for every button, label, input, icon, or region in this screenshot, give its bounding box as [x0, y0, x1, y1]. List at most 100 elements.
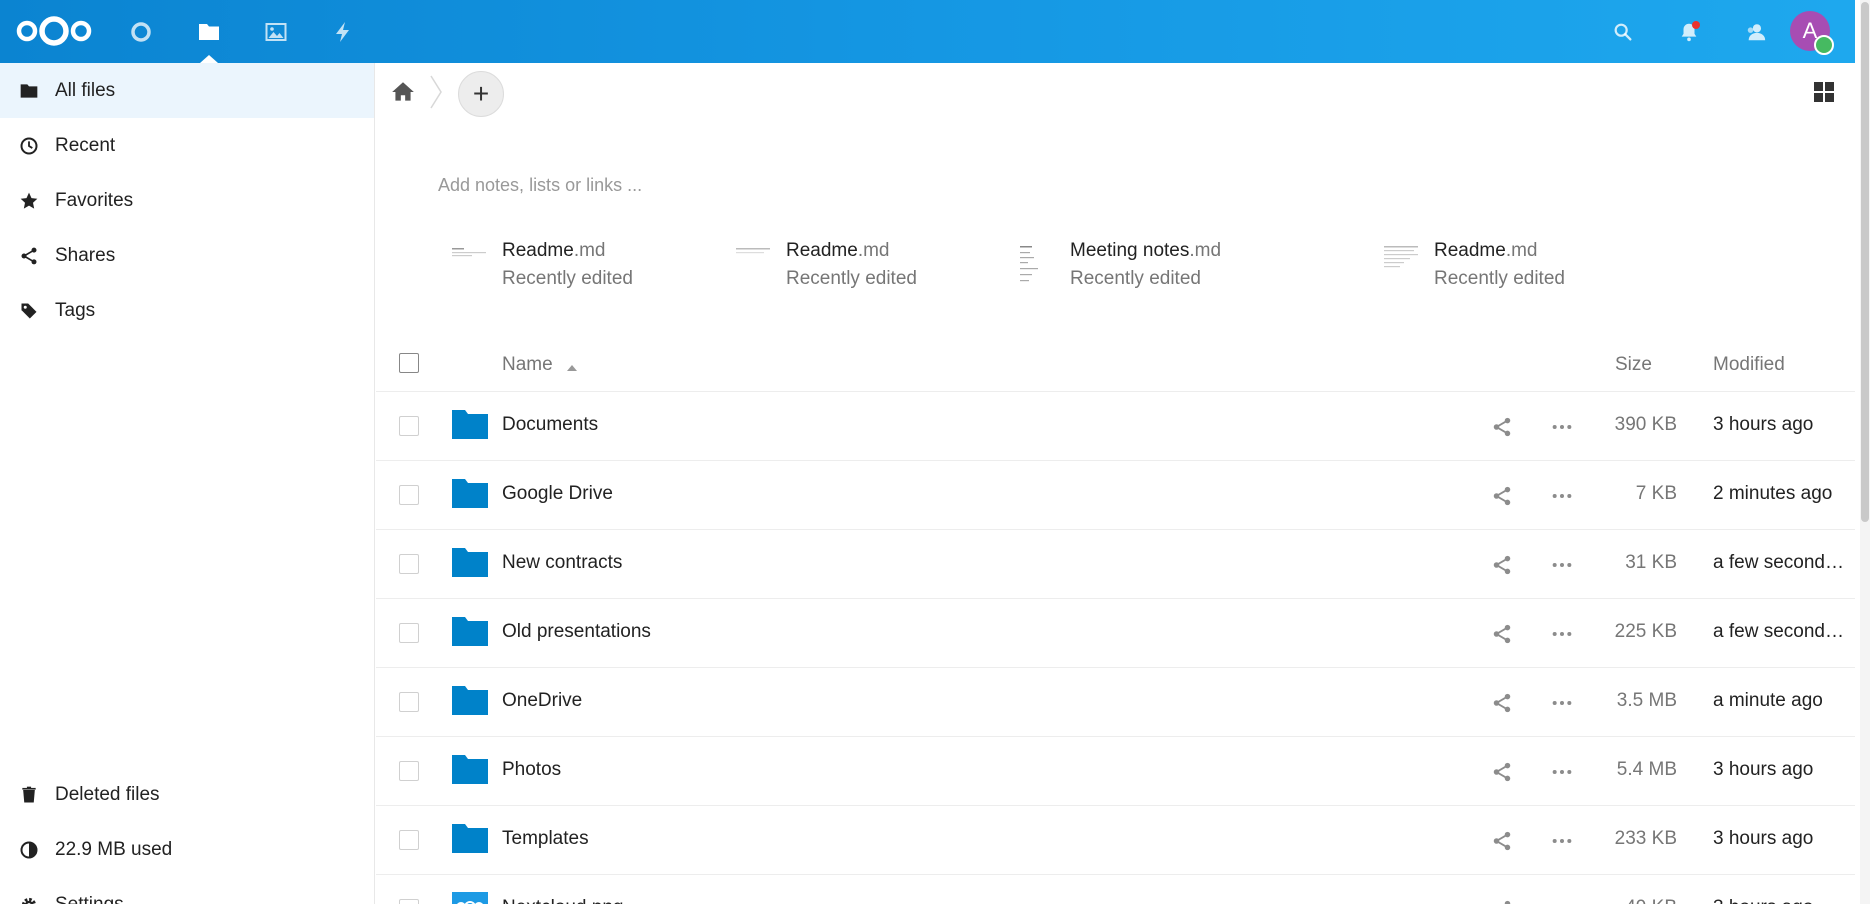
contacts-button[interactable]: [1740, 16, 1772, 48]
sidebar-item-all-files[interactable]: All files: [0, 63, 374, 118]
photos-app-icon[interactable]: [261, 17, 291, 47]
table-row[interactable]: Old presentations 225 KB a few seconds ...: [376, 599, 1855, 668]
folder-icon: [452, 755, 488, 784]
column-header-size[interactable]: Size: [1615, 354, 1652, 376]
vertical-scrollbar-thumb[interactable]: [1861, 2, 1869, 522]
recent-file-name: Readme.md: [1434, 240, 1538, 261]
table-row[interactable]: Documents 390 KB 3 hours ago: [376, 392, 1855, 461]
file-name[interactable]: Nextcloud.png: [502, 897, 623, 904]
document-thumbnail-icon: [1384, 246, 1418, 268]
row-checkbox[interactable]: [399, 692, 419, 712]
activity-app-icon[interactable]: [328, 17, 358, 47]
file-size: 49 KB: [1625, 897, 1677, 904]
table-row[interactable]: OneDrive 3.5 MB a minute ago: [376, 668, 1855, 737]
document-thumbnail-icon: [452, 248, 486, 257]
more-options-icon[interactable]: [1551, 692, 1573, 714]
file-name[interactable]: OneDrive: [502, 690, 582, 712]
pie-chart-icon: [18, 839, 40, 861]
file-name[interactable]: New contracts: [502, 552, 622, 574]
recent-file-card[interactable]: Readme.md Recently edited: [452, 240, 752, 300]
share-icon[interactable]: [1491, 692, 1513, 714]
sidebar-item-label: Deleted files: [55, 783, 160, 805]
file-name[interactable]: Google Drive: [502, 483, 613, 505]
share-icon[interactable]: [1491, 416, 1513, 438]
share-icon[interactable]: [1491, 623, 1513, 645]
file-name[interactable]: Photos: [502, 759, 561, 781]
more-options-icon[interactable]: [1551, 416, 1573, 438]
file-name[interactable]: Templates: [502, 828, 589, 850]
folder-icon: [452, 824, 488, 853]
recent-file-name: Meeting notes.md: [1070, 240, 1222, 261]
sidebar-item-label: Recent: [55, 134, 116, 156]
more-options-icon[interactable]: [1551, 761, 1573, 783]
row-checkbox[interactable]: [399, 416, 419, 436]
files-app: A All files Recent Favorites Shares Tags…: [0, 0, 1870, 904]
share-icon[interactable]: [1491, 899, 1513, 904]
sidebar-item-label: Tags: [55, 299, 96, 321]
share-icon[interactable]: [1491, 485, 1513, 507]
file-modified: 3 hours ago: [1713, 897, 1849, 904]
row-checkbox[interactable]: [399, 761, 419, 781]
sidebar-item-recent[interactable]: Recent: [0, 118, 374, 173]
share-icon[interactable]: [1491, 554, 1513, 576]
row-checkbox[interactable]: [399, 830, 419, 850]
more-options-icon[interactable]: [1551, 623, 1573, 645]
folder-icon: [18, 80, 40, 102]
row-checkbox[interactable]: [399, 485, 419, 505]
file-modified: 2 minutes ago: [1713, 483, 1833, 504]
recent-file-card[interactable]: Readme.md Recently edited: [1384, 240, 1684, 300]
more-options-icon[interactable]: [1551, 485, 1573, 507]
table-row[interactable]: Google Drive 7 KB 2 minutes ago: [376, 461, 1855, 530]
search-icon: [1614, 23, 1632, 41]
sidebar-item-favorites[interactable]: Favorites: [0, 173, 374, 228]
breadcrumb-separator-icon: [430, 75, 442, 109]
row-checkbox[interactable]: [399, 554, 419, 574]
sidebar-item-shares[interactable]: Shares: [0, 228, 374, 283]
online-status-icon: [1814, 35, 1834, 55]
tag-icon: [18, 300, 40, 322]
recent-file-card[interactable]: Readme.md Recently edited: [736, 240, 1036, 300]
file-modified: a minute ago: [1713, 690, 1823, 711]
recent-file-status: Recently edited: [786, 268, 917, 289]
column-header-modified[interactable]: Modified: [1713, 354, 1785, 376]
sidebar-item-quota: 22.9 MB used: [0, 822, 374, 877]
folder-icon: [452, 479, 488, 508]
nextcloud-logo-icon[interactable]: [14, 14, 94, 48]
trash-icon: [18, 784, 40, 806]
share-icon[interactable]: [1491, 761, 1513, 783]
row-checkbox[interactable]: [399, 899, 419, 904]
table-row[interactable]: Nextcloud.png 49 KB 3 hours ago: [376, 875, 1855, 904]
dashboard-app-icon[interactable]: [126, 17, 156, 47]
column-header-name[interactable]: Name: [502, 354, 553, 376]
file-name[interactable]: Documents: [502, 414, 598, 436]
rich-workspace-placeholder[interactable]: Add notes, lists or links ...: [438, 175, 642, 196]
sidebar-item-deleted-files[interactable]: Deleted files: [0, 767, 374, 822]
row-checkbox[interactable]: [399, 623, 419, 643]
home-icon[interactable]: [390, 79, 416, 105]
files-app-icon[interactable]: [194, 17, 224, 47]
search-button[interactable]: [1607, 16, 1639, 48]
sidebar-item-settings[interactable]: Settings: [0, 877, 374, 904]
share-icon[interactable]: [1491, 830, 1513, 852]
more-options-icon[interactable]: [1551, 554, 1573, 576]
folder-icon: [199, 24, 219, 40]
table-row[interactable]: New contracts 31 KB a few seconds ...: [376, 530, 1855, 599]
file-name[interactable]: Old presentations: [502, 621, 651, 643]
star-icon: [18, 190, 40, 212]
lightning-icon: [336, 22, 349, 42]
contacts-icon: [1747, 24, 1766, 41]
file-modified: 3 hours ago: [1713, 414, 1814, 435]
recent-file-card[interactable]: Meeting notes.md Recently edited: [1020, 240, 1340, 300]
file-modified: a few seconds ...: [1713, 621, 1849, 642]
select-all-checkbox[interactable]: [399, 353, 419, 373]
more-options-icon[interactable]: [1551, 899, 1573, 904]
notifications-button[interactable]: [1673, 16, 1705, 48]
grid-view-icon[interactable]: [1813, 81, 1835, 103]
more-options-icon[interactable]: [1551, 830, 1573, 852]
file-size: 3.5 MB: [1616, 690, 1677, 711]
table-row[interactable]: Photos 5.4 MB 3 hours ago: [376, 737, 1855, 806]
table-row[interactable]: Templates 233 KB 3 hours ago: [376, 806, 1855, 875]
sidebar-item-tags[interactable]: Tags: [0, 283, 374, 338]
file-size: 7 KB: [1635, 483, 1677, 504]
new-file-button[interactable]: +: [458, 71, 504, 117]
